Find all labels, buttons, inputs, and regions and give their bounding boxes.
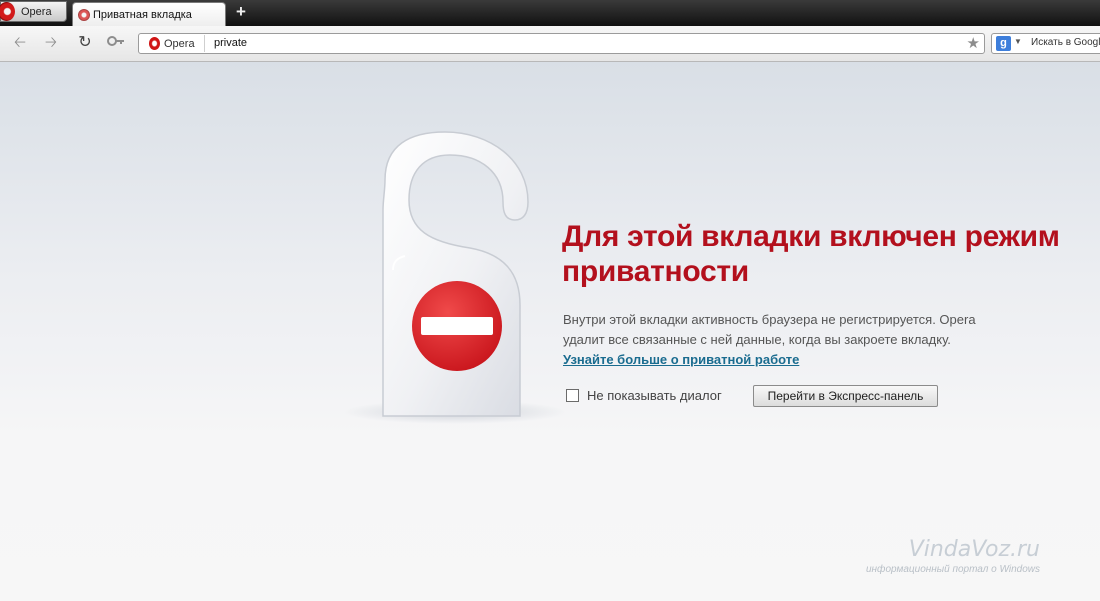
- reload-icon[interactable]: ↻: [76, 34, 94, 52]
- opera-menu-label: Opera: [21, 5, 52, 18]
- dont-show-checkbox[interactable]: [566, 389, 579, 402]
- opera-badge-icon: [149, 37, 160, 50]
- private-tab-page: Для этой вкладки включен режим приватнос…: [0, 62, 1100, 601]
- dont-show-dialog-option[interactable]: Не показывать диалог: [566, 388, 722, 403]
- watermark: VindaVoz.ru информационный портал о Wind…: [865, 537, 1040, 576]
- new-tab-button[interactable]: +: [232, 3, 250, 21]
- search-field[interactable]: g ▼ Искать в Google: [991, 33, 1100, 54]
- express-panel-button[interactable]: Перейти в Экспресс-панель: [753, 385, 938, 407]
- site-badge-label: Opera: [164, 37, 195, 50]
- learn-more-link[interactable]: Узнайте больше о приватной работе: [563, 352, 799, 367]
- key-icon-svg: [107, 36, 124, 46]
- description-text: Внутри этой вкладки активность браузера …: [563, 312, 976, 347]
- dont-show-label: Не показывать диалог: [587, 388, 722, 403]
- address-bar[interactable]: Opera private ★: [138, 33, 985, 54]
- page-title: Для этой вкладки включен режим приватнос…: [562, 220, 1060, 288]
- do-not-disturb-hanger-icon: [345, 131, 565, 424]
- chevron-down-icon[interactable]: ▼: [1014, 37, 1022, 46]
- opera-menu-button[interactable]: Opera: [0, 1, 67, 22]
- google-icon[interactable]: g: [996, 36, 1011, 51]
- star-icon[interactable]: ★: [967, 34, 980, 52]
- key-icon[interactable]: [107, 34, 125, 52]
- opera-logo-icon: [0, 2, 15, 21]
- tab-strip: Opera Приватная вкладка +: [0, 0, 1100, 26]
- tab-title: Приватная вкладка: [93, 8, 192, 21]
- watermark-subtitle: информационный портал о Windows: [865, 564, 1040, 575]
- private-description: Внутри этой вкладки активность браузера …: [563, 310, 993, 370]
- private-tab-icon: [78, 8, 90, 21]
- tab-private[interactable]: Приватная вкладка: [72, 2, 226, 26]
- watermark-title: VindaVoz.ru: [908, 537, 1040, 562]
- site-badge[interactable]: Opera: [142, 35, 205, 52]
- back-arrow-icon[interactable]: 🡠: [11, 34, 29, 52]
- address-toolbar: 🡠 🡢 ↻ Opera private ★ g ▼ Искать в Googl…: [0, 26, 1100, 62]
- search-input[interactable]: Искать в Google: [1031, 37, 1100, 48]
- forward-arrow-icon[interactable]: 🡢: [42, 34, 60, 52]
- url-input[interactable]: private: [214, 37, 247, 49]
